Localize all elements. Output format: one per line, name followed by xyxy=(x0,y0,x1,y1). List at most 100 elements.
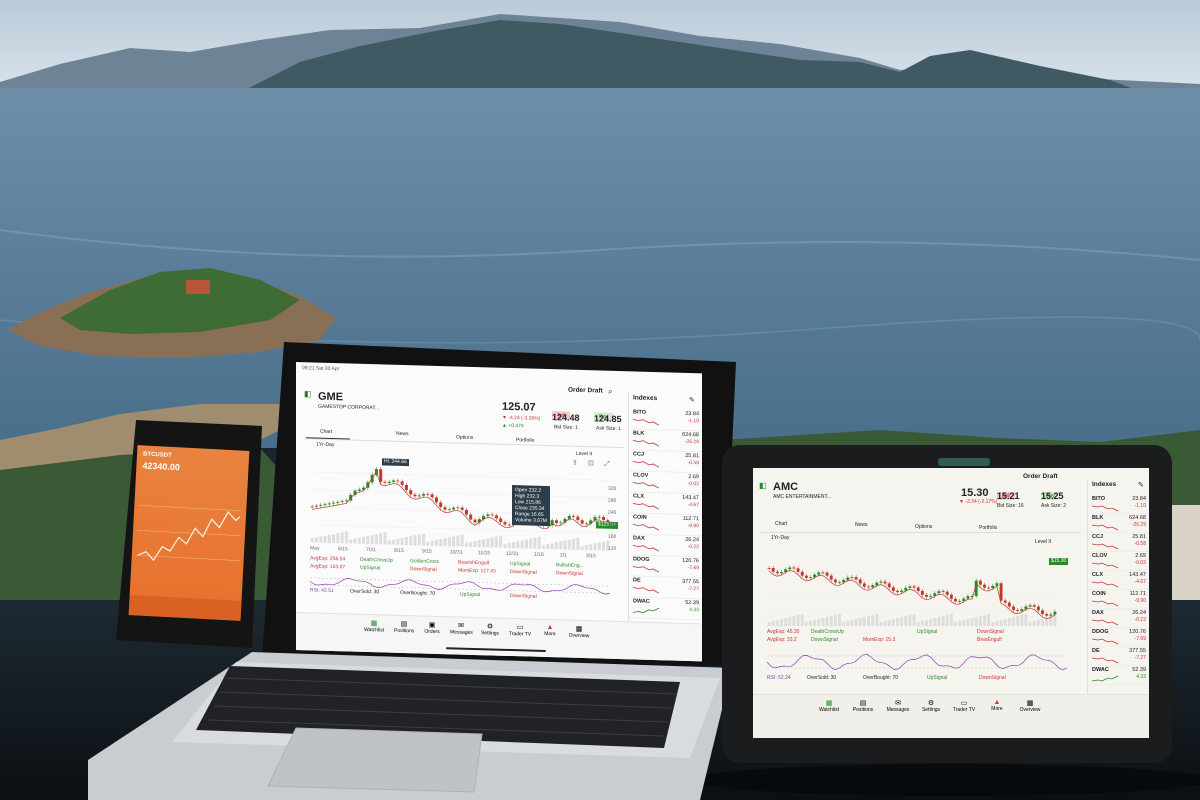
tab-news[interactable]: News xyxy=(396,431,409,437)
chart-interval[interactable]: 1Yr-Day xyxy=(771,536,789,541)
watchlist-row[interactable]: BITO 23.84 -1.10 xyxy=(1088,494,1149,514)
volume-bar xyxy=(838,614,841,626)
watchlist-row[interactable]: DWAC 52.39 4.33 xyxy=(629,596,702,621)
candle xyxy=(954,598,957,602)
phone-ticker: BTCUSDT xyxy=(142,451,172,459)
chart-interval[interactable]: 1Yr-Day xyxy=(316,442,334,449)
candle xyxy=(809,577,812,578)
nav-positions[interactable]: ▤ Positions xyxy=(394,620,414,634)
tab-chart[interactable]: Chart xyxy=(320,429,332,435)
candle xyxy=(846,577,850,580)
nav-label: Settings xyxy=(921,707,941,713)
volume-bar xyxy=(499,535,503,548)
level-ii-toggle[interactable]: Level II xyxy=(1035,540,1051,545)
price-chart[interactable] xyxy=(767,548,1067,628)
tab-options[interactable]: Options xyxy=(456,434,473,440)
volume-bar xyxy=(550,543,554,550)
rsi-chart[interactable] xyxy=(767,650,1067,678)
edit-icon[interactable]: ✎ xyxy=(689,397,695,404)
level-ii-toggle[interactable]: Level II xyxy=(576,451,592,457)
nav-overview[interactable]: ▩ Overview xyxy=(1017,699,1043,713)
watchlist-value: 52.39 xyxy=(1132,667,1146,673)
order-draft-button[interactable]: Order Draft xyxy=(568,387,603,395)
candle xyxy=(1053,611,1057,615)
rsi-oversold: OverSold: 30 xyxy=(807,675,837,681)
nav-more[interactable]: ▲ More xyxy=(540,624,560,638)
watchlist-change: -9.90 xyxy=(687,522,699,530)
collapse-icon[interactable]: ◧ xyxy=(759,482,767,490)
x-tick: 3/15 xyxy=(586,553,596,560)
nav-trader-tv[interactable]: ▭ Trader TV xyxy=(508,623,532,638)
candle xyxy=(912,586,916,588)
watchlist-row[interactable]: DE 377.55 -7.27 xyxy=(1088,646,1149,666)
nav-trader-tv[interactable]: ▭ Trader TV xyxy=(951,699,977,713)
volume-bar xyxy=(974,617,978,626)
nav-more[interactable]: ▲ More xyxy=(987,699,1007,712)
volume-bar xyxy=(520,540,524,549)
watchlist-title[interactable]: Indexes xyxy=(633,394,657,402)
search-icon[interactable]: ⌕ xyxy=(608,387,612,396)
nav-settings[interactable]: ⚙ Settings xyxy=(480,622,500,637)
watchlist-symbol: COIN xyxy=(633,514,647,521)
nav-orders[interactable]: ▣ Orders xyxy=(422,621,442,636)
volume-bar xyxy=(383,532,387,545)
volume-bar xyxy=(809,621,812,626)
nav-watchlist[interactable]: ▦ Watchlist xyxy=(817,699,841,713)
volume-bar xyxy=(323,535,327,543)
company-name: AMC ENTERTAINMENT... xyxy=(773,494,832,500)
tab-portfolio[interactable]: Portfolio xyxy=(516,437,534,444)
sparkline xyxy=(1092,675,1118,682)
order-draft-button[interactable]: Order Draft xyxy=(1023,473,1058,481)
watchlist-row[interactable]: CLOV 2.69 -0.02 xyxy=(1088,551,1149,571)
volume-bar xyxy=(400,537,404,546)
volume-bar xyxy=(392,539,396,545)
candle xyxy=(430,494,434,498)
watchlist-row[interactable]: BLK 624.68 -26.29 xyxy=(1088,513,1149,533)
tab-bar: Chart News Options Portfolio xyxy=(759,520,1081,533)
candle xyxy=(314,505,318,507)
tab-options[interactable]: Options xyxy=(915,525,932,530)
collapse-icon[interactable]: ◧ xyxy=(304,389,312,398)
watchlist-value: 2.69 xyxy=(1135,553,1146,559)
nav-watchlist[interactable]: ▦ Watchlist xyxy=(364,619,384,633)
candle xyxy=(908,586,912,588)
candle xyxy=(434,497,438,503)
rsi-downsignal: DownSignal xyxy=(979,675,1006,681)
tab-chart[interactable]: Chart xyxy=(775,522,787,527)
nav-positions[interactable]: ▤ Positions xyxy=(851,699,875,713)
price-change: ▼ -3.34 (-2.17%) xyxy=(959,499,998,505)
volume-bar xyxy=(1045,618,1049,626)
volume-bar xyxy=(829,616,833,626)
nav-messages[interactable]: ✉ Messages xyxy=(450,621,473,636)
watchlist-row[interactable]: COIN 112.71 -9.90 xyxy=(1088,589,1149,609)
candle xyxy=(767,568,771,569)
volume-bar xyxy=(490,537,494,548)
candle xyxy=(1024,606,1028,610)
tab-news[interactable]: News xyxy=(855,523,868,528)
nav-label: Positions xyxy=(852,707,874,713)
volume-bar xyxy=(958,621,962,626)
tab-portfolio[interactable]: Portfolio xyxy=(979,526,997,531)
watchlist-title[interactable]: Indexes xyxy=(1092,481,1116,489)
candle xyxy=(900,590,904,593)
sparkline xyxy=(633,440,659,447)
sparkline xyxy=(633,587,659,594)
volume-bar xyxy=(962,620,966,626)
nav-settings[interactable]: ⚙ Settings xyxy=(919,699,943,713)
edit-icon[interactable]: ✎ xyxy=(1138,482,1144,489)
watchlist-row[interactable]: CLX 143.47 -4.67 xyxy=(1088,570,1149,590)
nav-messages[interactable]: ✉ Messages xyxy=(885,699,911,713)
sparkline xyxy=(1092,600,1118,607)
watchlist-row[interactable]: CCJ 25.81 -0.58 xyxy=(1088,532,1149,552)
watchlist-row[interactable]: DDOG 120.76 -7.69 xyxy=(1088,627,1149,647)
volume-bar xyxy=(858,618,862,626)
watchlist-row[interactable]: DWAC 52.39 4.33 xyxy=(1088,665,1149,685)
volume-bar xyxy=(1007,618,1011,626)
price-chart[interactable] xyxy=(310,454,620,553)
watchlist-row[interactable]: DAX 26.24 -0.22 xyxy=(1088,608,1149,628)
nav-overview[interactable]: ▩ Overview xyxy=(568,625,590,640)
volume-bar xyxy=(439,539,443,547)
candle xyxy=(883,581,887,584)
volume-bar xyxy=(529,538,533,549)
indicator-label: BullishEng... xyxy=(556,562,584,570)
